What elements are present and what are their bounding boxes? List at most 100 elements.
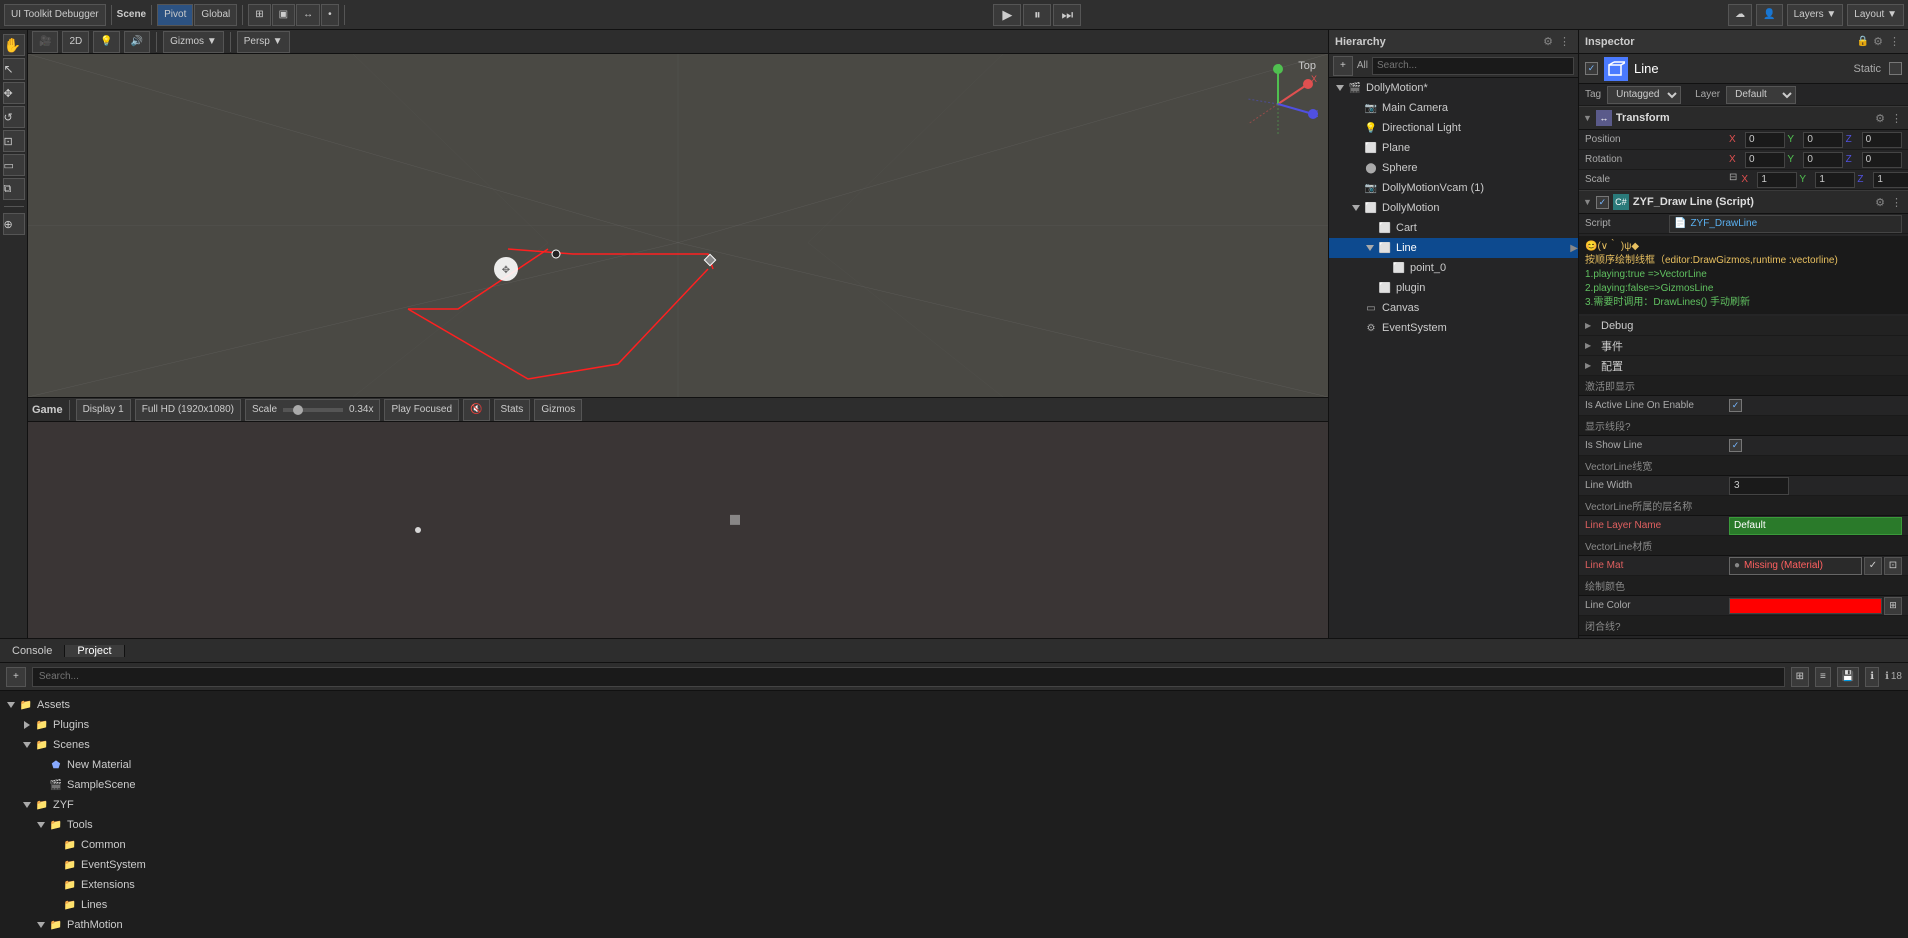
hierarchy-item-dir-light[interactable]: 💡 Directional Light: [1329, 118, 1578, 138]
project-list-btn[interactable]: ≡: [1815, 667, 1831, 687]
project-item-assets[interactable]: 📁 Assets: [0, 695, 1908, 715]
rect-tool-left[interactable]: ▭: [3, 154, 25, 176]
grid-tool[interactable]: ⊞: [248, 4, 270, 26]
hierarchy-add-btn[interactable]: +: [1333, 56, 1353, 76]
account-btn[interactable]: 👤: [1756, 4, 1782, 26]
hierarchy-item-canvas[interactable]: ▭ Canvas: [1329, 298, 1578, 318]
position-y-input[interactable]: [1803, 132, 1843, 148]
project-item-pathmotion[interactable]: 📁 PathMotion: [0, 915, 1908, 935]
game-gizmos-btn[interactable]: Gizmos: [534, 399, 582, 421]
scene-camera-btn[interactable]: 🎥: [32, 31, 58, 53]
scene-gizmos-btn[interactable]: Gizmos ▼: [163, 31, 224, 53]
project-item-common[interactable]: 📁 Common: [0, 835, 1908, 855]
mute-btn[interactable]: 🔇: [463, 399, 489, 421]
rotation-x-input[interactable]: [1745, 152, 1785, 168]
scene-persp-btn[interactable]: Persp ▼: [237, 31, 290, 53]
config-foldout[interactable]: 配置: [1579, 356, 1908, 376]
hierarchy-item-vcam[interactable]: 📷 DollyMotionVcam (1): [1329, 178, 1578, 198]
hierarchy-item-dollymotion-star[interactable]: 🎬 DollyMotion*: [1329, 78, 1578, 98]
hierarchy-item-cart[interactable]: ⬜ Cart: [1329, 218, 1578, 238]
inspector-lock-btn[interactable]: 🔒: [1857, 36, 1869, 47]
project-item-lines[interactable]: 📁 Lines: [0, 895, 1908, 915]
zyf-active-checkbox[interactable]: [1596, 196, 1609, 209]
inspector-settings-btn[interactable]: ⚙: [1871, 35, 1885, 48]
hierarchy-more-btn[interactable]: ⋮: [1557, 35, 1572, 48]
pivot-btn[interactable]: Pivot: [157, 4, 193, 26]
zyf-component-header[interactable]: ▼ C# ZYF_Draw Line (Script) ⚙ ⋮: [1579, 190, 1908, 214]
script-value[interactable]: 📄 ZYF_DrawLine: [1669, 215, 1902, 233]
cloud-btn[interactable]: ☁: [1728, 4, 1752, 26]
scene-viewport[interactable]: ✥ Top: [28, 54, 1328, 397]
color-edit-btn[interactable]: ⊞: [1884, 597, 1902, 615]
transform-more[interactable]: ⋮: [1889, 112, 1904, 125]
play-focused-btn[interactable]: Play Focused: [384, 399, 459, 421]
resolution-btn[interactable]: Full HD (1920x1080): [135, 399, 241, 421]
rotation-z-input[interactable]: [1862, 152, 1902, 168]
inspector-more-btn[interactable]: ⋮: [1887, 35, 1902, 48]
rotation-y-input[interactable]: [1803, 152, 1843, 168]
scale-slider-track[interactable]: [283, 408, 343, 412]
transform-header[interactable]: ▼ ↔ Transform ⚙ ⋮: [1579, 106, 1908, 130]
material-field[interactable]: ● Missing (Material): [1729, 557, 1862, 575]
tab-console[interactable]: Console: [0, 645, 65, 657]
scale-btn[interactable]: Scale 0.34x: [245, 399, 380, 421]
step-btn[interactable]: ⏭: [1053, 4, 1081, 26]
zyf-more[interactable]: ⋮: [1889, 196, 1904, 209]
stats-btn[interactable]: Stats: [494, 399, 531, 421]
hierarchy-item-line[interactable]: ⬜ Line ▶: [1329, 238, 1578, 258]
hierarchy-search-input[interactable]: [1372, 57, 1574, 75]
uitoolkit-debugger-btn[interactable]: UI Toolkit Debugger: [4, 4, 106, 26]
event-foldout[interactable]: 事件: [1579, 336, 1908, 356]
project-item-scenes[interactable]: 📁 Scenes: [0, 735, 1908, 755]
project-item-extensions[interactable]: 📁 Extensions: [0, 875, 1908, 895]
scene-2d-btn[interactable]: 2D: [62, 31, 89, 53]
scale-z-input[interactable]: [1873, 172, 1908, 188]
project-item-tools[interactable]: 📁 Tools: [0, 815, 1908, 835]
transform-all-tool[interactable]: ⧉: [3, 178, 25, 200]
line-width-input[interactable]: [1729, 477, 1789, 495]
project-search-input[interactable]: [32, 667, 1785, 687]
scale-tool[interactable]: ⊡: [3, 130, 25, 152]
project-item-plugins[interactable]: 📁 Plugins: [0, 715, 1908, 735]
scale-x-input[interactable]: [1757, 172, 1797, 188]
hierarchy-item-point0[interactable]: ⬜ point_0: [1329, 258, 1578, 278]
scale-y-input[interactable]: [1815, 172, 1855, 188]
zyf-settings[interactable]: ⚙: [1873, 196, 1887, 209]
color-swatch[interactable]: [1729, 598, 1882, 614]
position-x-input[interactable]: [1745, 132, 1785, 148]
layer-dropdown[interactable]: Default: [1726, 86, 1796, 104]
hierarchy-item-dollymotion[interactable]: ⬜ DollyMotion: [1329, 198, 1578, 218]
project-save-btn[interactable]: 💾: [1837, 667, 1859, 687]
hierarchy-item-plane[interactable]: ⬜ Plane: [1329, 138, 1578, 158]
layer-name-field[interactable]: Default: [1729, 517, 1902, 535]
material-check-btn[interactable]: ✓: [1864, 557, 1882, 575]
layout-btn[interactable]: Layout ▼: [1847, 4, 1904, 26]
global-btn[interactable]: Global: [194, 4, 237, 26]
active-enable-checkbox[interactable]: [1729, 399, 1742, 412]
display-btn[interactable]: Display 1: [76, 399, 131, 421]
hand-tool[interactable]: ✋: [3, 34, 25, 56]
hierarchy-item-eventsystem[interactable]: ⚙ EventSystem: [1329, 318, 1578, 338]
pause-btn[interactable]: ⏸: [1023, 4, 1051, 26]
transform-settings[interactable]: ⚙: [1873, 112, 1887, 125]
scene-light-btn[interactable]: 💡: [93, 31, 119, 53]
inspector-scroll[interactable]: ▼ ↔ Transform ⚙ ⋮ Position X: [1579, 106, 1908, 638]
project-item-new-material[interactable]: ⬟ New Material: [0, 755, 1908, 775]
rotate-tool[interactable]: ↺: [3, 106, 25, 128]
hierarchy-item-plugin[interactable]: ⬜ plugin: [1329, 278, 1578, 298]
hierarchy-item-sphere[interactable]: ⬤ Sphere: [1329, 158, 1578, 178]
cursor-tool[interactable]: ↖: [3, 58, 25, 80]
dot-tool[interactable]: •: [321, 4, 339, 26]
tab-project[interactable]: Project: [65, 645, 124, 657]
project-item-zyf[interactable]: 📁 ZYF: [0, 795, 1908, 815]
transform-tool[interactable]: ↔: [296, 4, 320, 26]
project-item-eventsystem2[interactable]: 📁 EventSystem: [0, 855, 1908, 875]
project-info-btn[interactable]: ℹ: [1865, 667, 1879, 687]
play-btn[interactable]: ▶: [993, 4, 1021, 26]
scene-audio-btn[interactable]: 🔊: [124, 31, 150, 53]
hierarchy-item-main-camera[interactable]: 📷 Main Camera: [1329, 98, 1578, 118]
move-tool[interactable]: ✥: [3, 82, 25, 104]
hierarchy-settings-btn[interactable]: ⚙: [1541, 35, 1555, 48]
show-line-checkbox[interactable]: [1729, 439, 1742, 452]
rect-tool[interactable]: ▣: [272, 4, 295, 26]
